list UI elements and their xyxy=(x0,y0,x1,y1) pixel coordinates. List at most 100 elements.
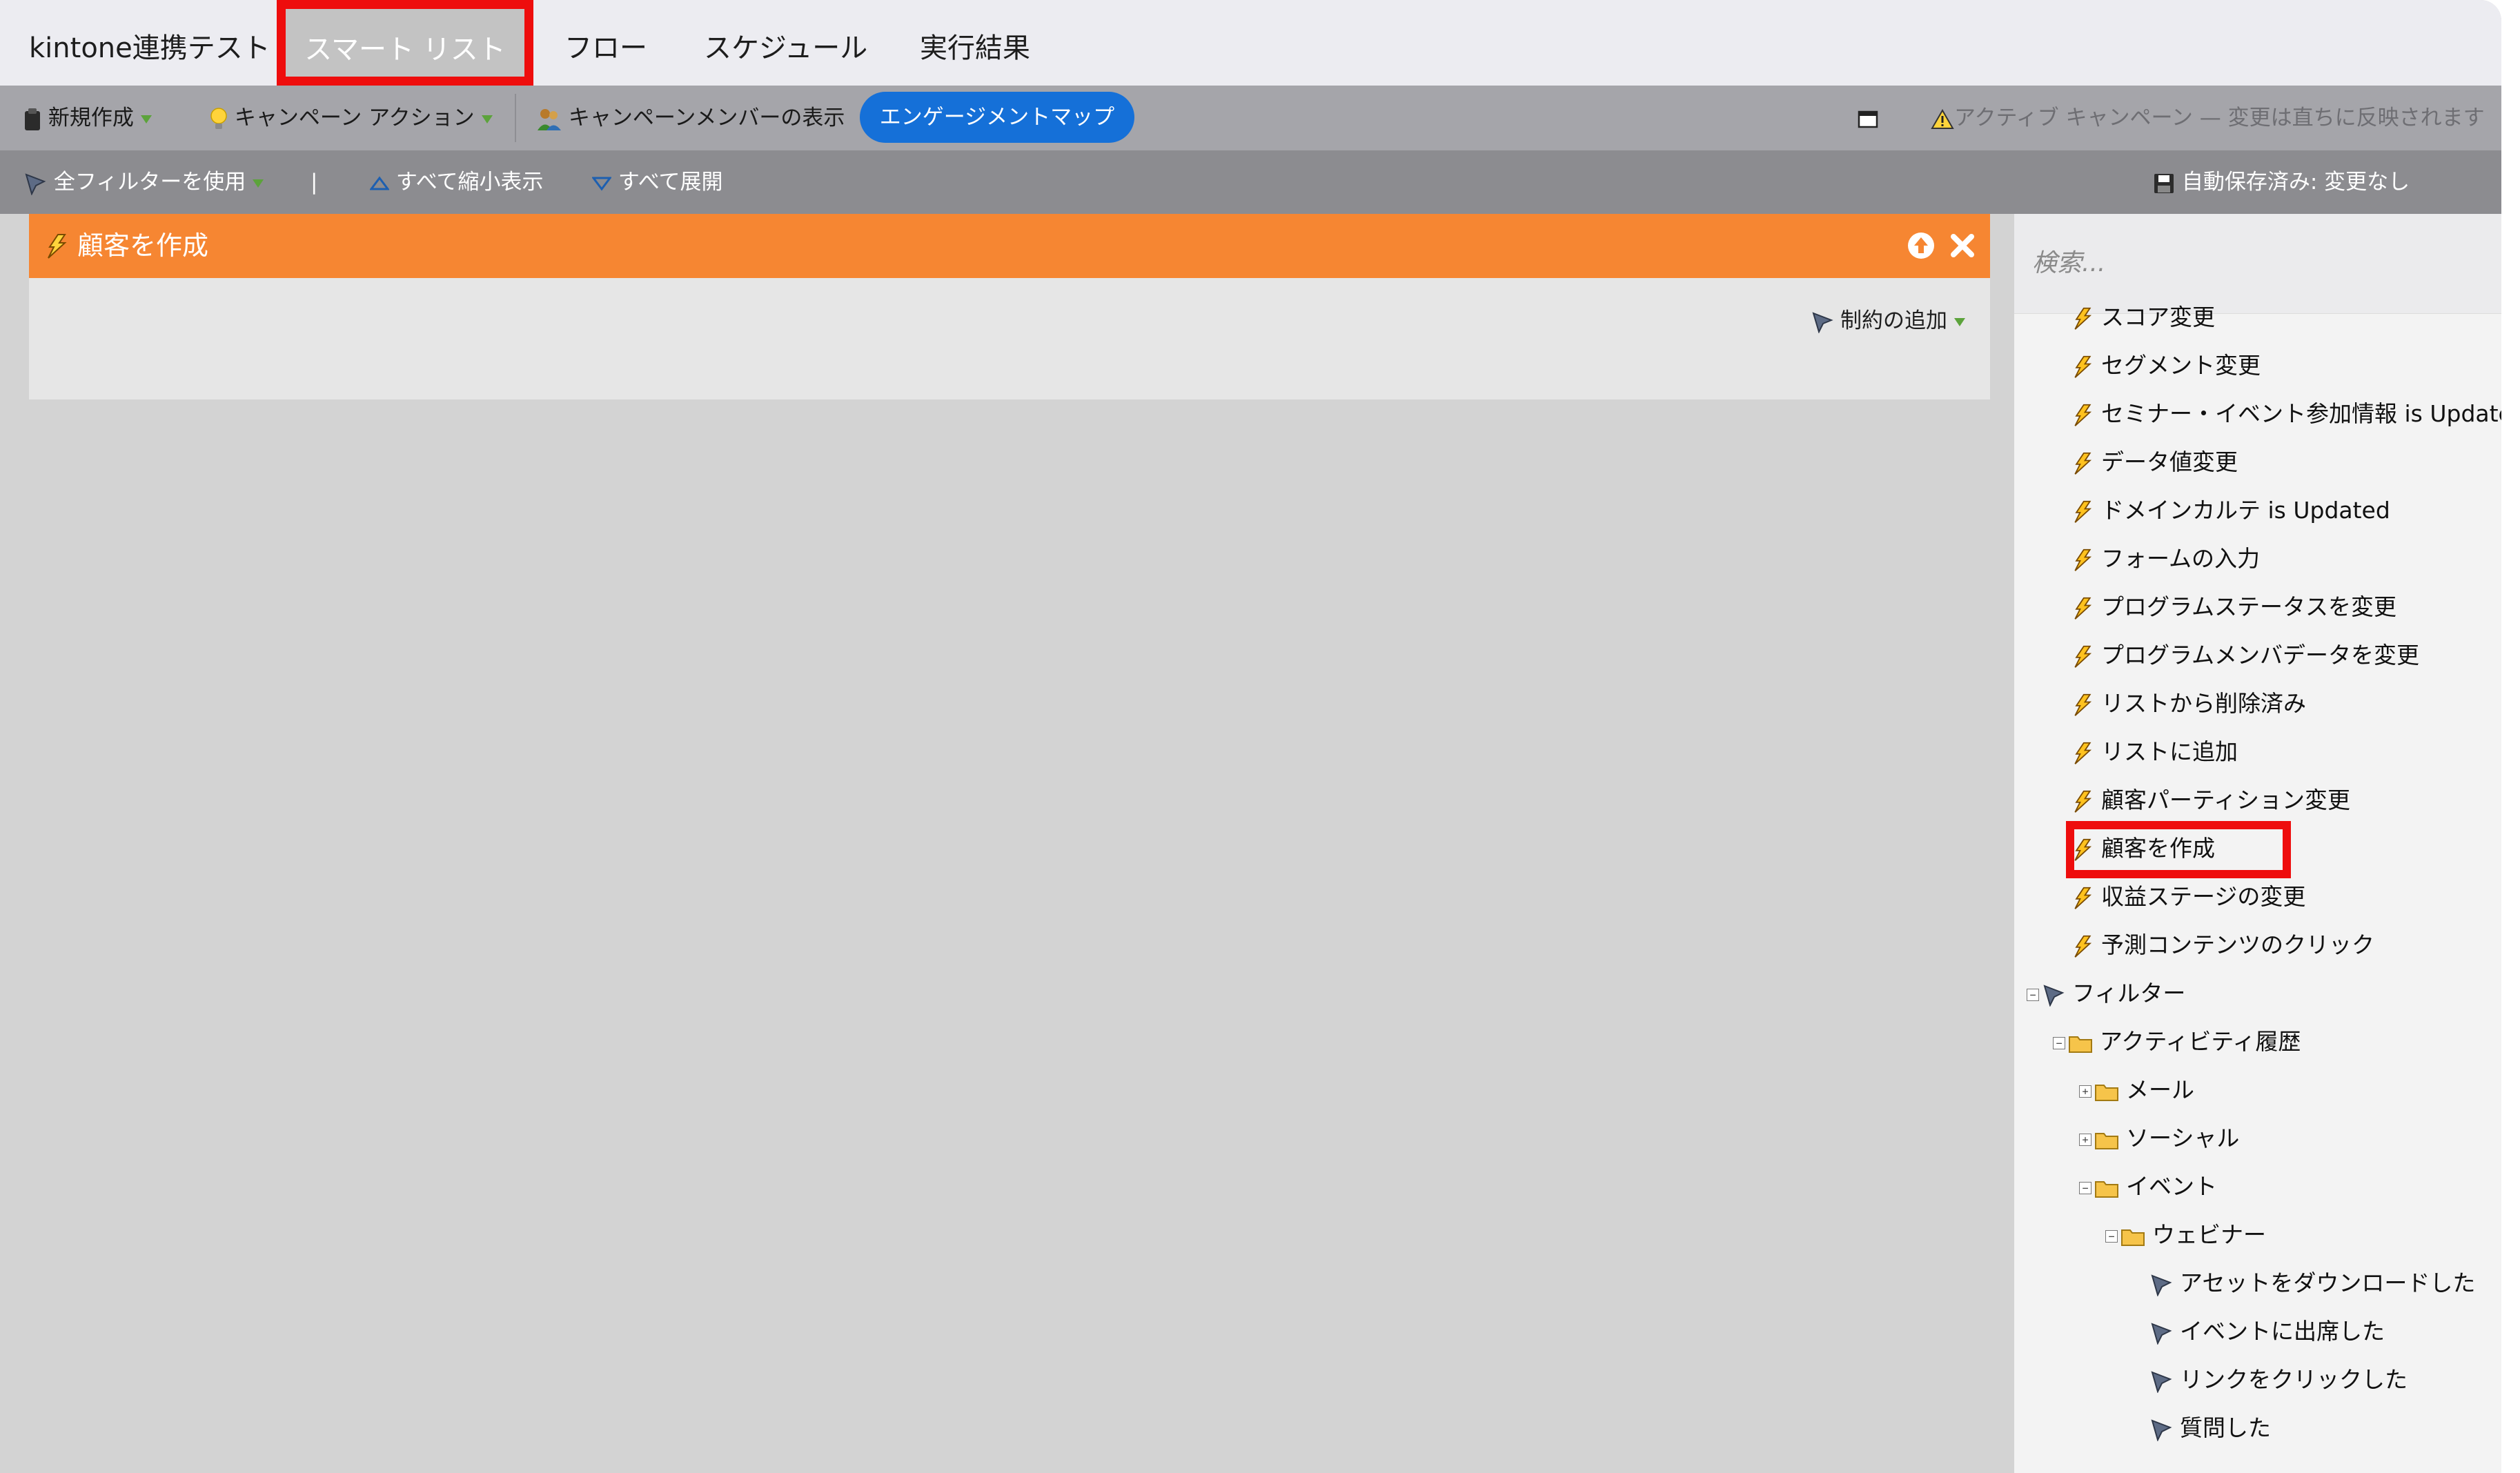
tree-item-trigger[interactable]: リストから削除済み xyxy=(2071,683,2306,724)
tab-results[interactable]: 実行結果 xyxy=(920,0,1030,86)
collapse-icon[interactable]: − xyxy=(2027,988,2039,1001)
funnel-icon xyxy=(2043,984,2065,1007)
lightning-icon xyxy=(2074,693,2092,716)
people-icon xyxy=(538,108,561,130)
tree-item-trigger[interactable]: リストに追加 xyxy=(2071,731,2238,773)
tree-item-label: セグメント変更 xyxy=(2101,352,2261,379)
tab-smart-list[interactable]: スマート リスト xyxy=(277,0,533,86)
chevron-down-icon xyxy=(253,179,264,188)
tree-item-trigger[interactable]: セミナー・イベント参加情報 is Updated xyxy=(2071,393,2501,435)
campaign-action-button[interactable]: キャンペーン アクション xyxy=(210,86,493,150)
clipboard-icon xyxy=(25,108,40,130)
add-constraint-button[interactable]: 制約の追加 xyxy=(1811,303,1965,334)
tab-kintone-test[interactable]: kintone連携テスト xyxy=(29,0,270,86)
filter-toolbar: 全フィルターを使用 | すべて縮小表示 すべて展開 自動保存済み: 変更なし xyxy=(0,150,2501,214)
tree-item-label: イベント xyxy=(2126,1173,2217,1200)
toolbar-divider xyxy=(515,94,516,142)
funnel-icon xyxy=(1812,311,1833,334)
tree-item-trigger[interactable]: 予測コンテンツのクリック xyxy=(2071,925,2374,966)
expand-icon[interactable]: + xyxy=(2079,1133,2091,1146)
tree-item-label: ウェビナー xyxy=(2152,1221,2266,1248)
window-icon[interactable] xyxy=(1858,86,1878,150)
tree-item-label: フォームの入力 xyxy=(2101,545,2261,572)
tree-item-label: リストに追加 xyxy=(2101,738,2238,765)
new-menu-button[interactable]: 新規作成 xyxy=(23,86,152,150)
add-constraint-label: 制約の追加 xyxy=(1840,308,1947,333)
search-input[interactable] xyxy=(2031,241,2489,284)
tree-item-trigger[interactable]: プログラムステータスを変更 xyxy=(2071,586,2396,628)
close-icon[interactable] xyxy=(1947,230,1978,261)
tree-folder-email[interactable]: + メール xyxy=(2079,1069,2194,1111)
tree-item-filter[interactable]: リンクをクリックした xyxy=(2149,1359,2408,1401)
tree-item-label: イベントに出席した xyxy=(2180,1318,2385,1345)
tree-item-label: 顧客パーティション変更 xyxy=(2101,787,2351,813)
tree-item-label: メール xyxy=(2126,1076,2194,1103)
tree-folder-event[interactable]: − イベント xyxy=(2079,1166,2217,1207)
tree-item-label: 質問した xyxy=(2180,1414,2271,1441)
lightning-icon xyxy=(2074,790,2092,813)
chevron-down-icon xyxy=(140,115,152,123)
collapse-icon[interactable]: − xyxy=(2079,1181,2091,1194)
tree-item-label: 予測コンテンツのクリック xyxy=(2101,931,2374,958)
tree-item-label: リンクをクリックした xyxy=(2180,1366,2408,1393)
expand-all-button[interactable]: すべて展開 xyxy=(591,150,722,214)
trigger-panel-body: 制約の追加 xyxy=(29,278,1990,399)
funnel-icon xyxy=(25,172,46,196)
funnel-icon xyxy=(2151,1274,2172,1297)
collapse-all-label: すべて縮小表示 xyxy=(395,170,544,195)
toolbar2-separator: | xyxy=(311,170,318,195)
tree-folder-social[interactable]: + ソーシャル xyxy=(2079,1118,2239,1159)
tab-flow[interactable]: フロー xyxy=(564,0,647,86)
tree-item-label: プログラムメンバデータを変更 xyxy=(2101,642,2420,669)
tree-item-label: ドメインカルテ is Updated xyxy=(2101,497,2390,524)
lightning-icon xyxy=(48,234,67,259)
use-all-filters-button[interactable]: 全フィルターを使用 xyxy=(23,150,264,214)
move-up-icon[interactable] xyxy=(1906,230,1936,261)
view-members-button[interactable]: キャンペーンメンバーの表示 xyxy=(537,86,845,150)
new-menu-label: 新規作成 xyxy=(48,106,134,130)
panel-title: 顧客を作成 xyxy=(77,230,209,261)
tree-item-trigger[interactable]: スコア変更 xyxy=(2071,297,2215,338)
tree-item-trigger[interactable]: データ値変更 xyxy=(2071,442,2238,483)
funnel-icon xyxy=(2151,1418,2172,1442)
tree-item-trigger[interactable]: ドメインカルテ is Updated xyxy=(2071,490,2390,531)
view-members-label: キャンペーンメンバーの表示 xyxy=(568,106,845,130)
tree-item-filter[interactable]: イベントに出席した xyxy=(2149,1311,2385,1352)
tab-bar: kintone連携テスト スマート リスト フロー スケジュール 実行結果 xyxy=(0,0,2501,86)
engagement-map-button[interactable]: エンゲージメントマップ xyxy=(860,92,1134,143)
chevron-down-icon xyxy=(481,115,493,123)
tree-folder-activity-history[interactable]: − アクティビティ履歴 xyxy=(2053,1021,2301,1062)
tree-item-filter[interactable]: 質問した xyxy=(2149,1407,2271,1449)
lightning-icon xyxy=(2074,355,2092,378)
tab-schedule[interactable]: スケジュール xyxy=(704,0,867,86)
use-all-filters-label: 全フィルターを使用 xyxy=(53,170,246,195)
trigger-panel-header: 顧客を作成 xyxy=(29,214,1990,278)
collapse-icon[interactable]: − xyxy=(2053,1036,2065,1049)
lightning-icon xyxy=(2074,742,2092,764)
lightning-icon xyxy=(2074,548,2092,571)
lightning-icon xyxy=(2074,500,2092,523)
highlight-annotation xyxy=(2066,821,2291,878)
tree-item-trigger[interactable]: フォームの入力 xyxy=(2071,538,2260,580)
tree-item-filter[interactable]: アセットをダウンロードした xyxy=(2149,1263,2475,1304)
expand-icon[interactable]: + xyxy=(2079,1085,2091,1098)
warning-text: アクティブ キャンペーン — 変更は直ちに反映されます xyxy=(1954,106,2485,130)
folder-icon xyxy=(2095,1180,2118,1198)
tree-item-label: セミナー・イベント参加情報 is Updated xyxy=(2101,400,2501,427)
autosave-status: 自動保存済み: 変更なし xyxy=(2153,150,2410,214)
collapse-all-button[interactable]: すべて縮小表示 xyxy=(369,150,544,214)
warning-icon xyxy=(1931,108,1954,129)
tree-item-label: ソーシャル xyxy=(2126,1125,2240,1151)
triangle-down-icon xyxy=(591,177,612,190)
tree-folder-filters[interactable]: − フィルター xyxy=(2027,973,2185,1014)
lightning-icon xyxy=(2074,935,2092,958)
funnel-icon xyxy=(2151,1322,2172,1345)
tree-item-trigger[interactable]: プログラムメンバデータを変更 xyxy=(2071,635,2419,676)
collapse-icon[interactable]: − xyxy=(2105,1229,2118,1243)
lightning-icon xyxy=(2074,887,2092,909)
lightning-icon xyxy=(2074,452,2092,475)
tree-item-trigger[interactable]: 顧客パーティション変更 xyxy=(2071,780,2350,821)
tree-item-trigger[interactable]: 収益ステージの変更 xyxy=(2071,876,2305,918)
tree-item-trigger[interactable]: セグメント変更 xyxy=(2071,345,2261,386)
tree-folder-webinar[interactable]: − ウェビナー xyxy=(2105,1214,2266,1256)
